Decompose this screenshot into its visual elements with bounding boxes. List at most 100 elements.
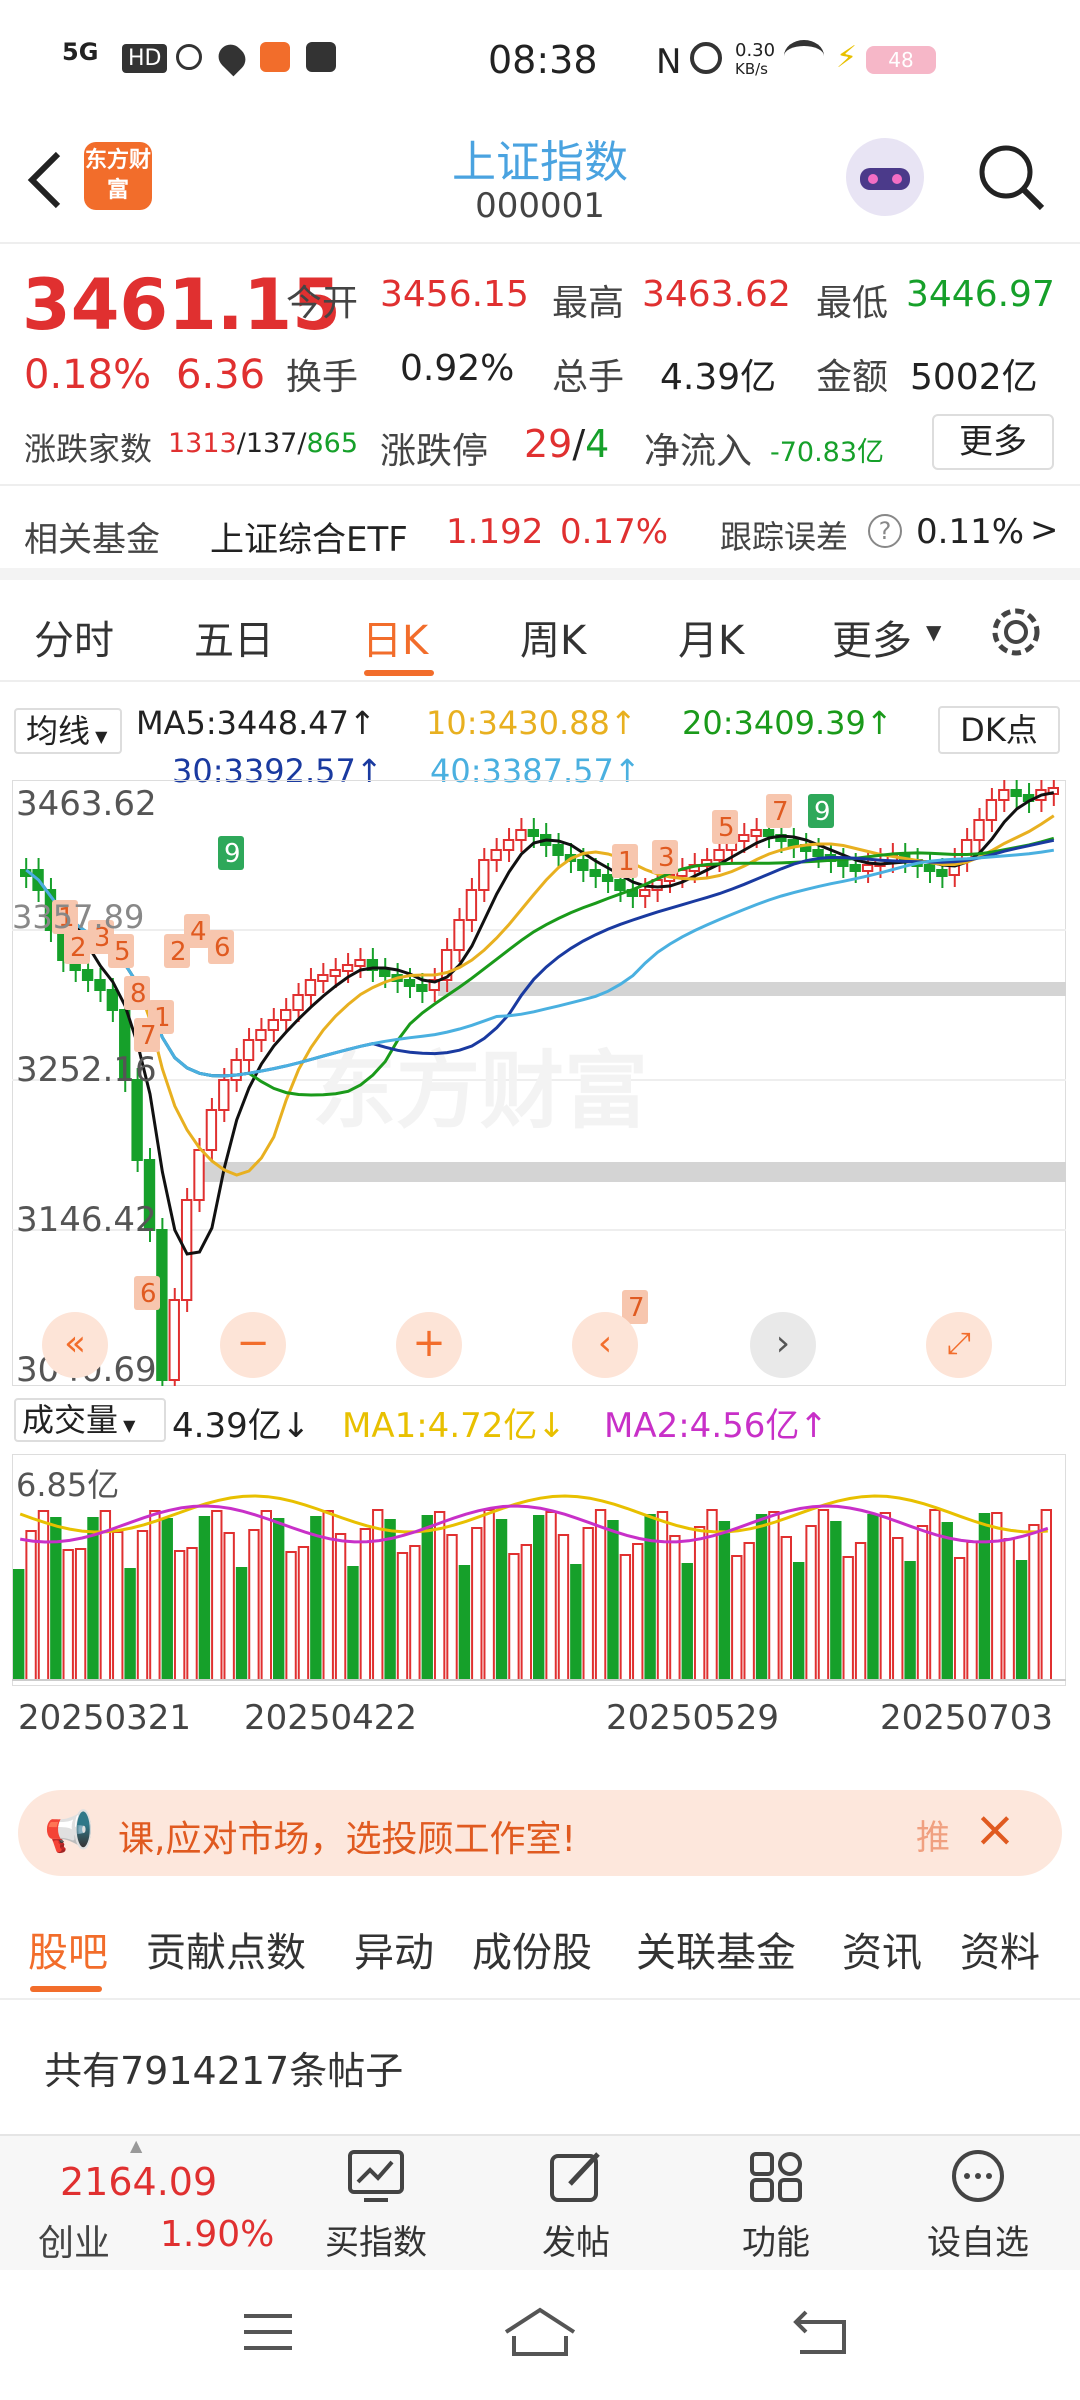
buy-index-button[interactable]: 买指数 xyxy=(306,2148,446,2264)
turnover-value: 0.92% xyxy=(400,348,515,389)
volume-bar xyxy=(817,1509,830,1681)
expand-icon[interactable]: ⤢ xyxy=(926,1312,992,1378)
functions-button[interactable]: 功能 xyxy=(706,2148,846,2264)
volume-ma1: MA1:4.72亿↓ xyxy=(342,1406,566,1446)
header: 东方财富 上证指数 000001 xyxy=(0,120,1080,244)
support-band xyxy=(204,1162,1066,1182)
ticker-pct[interactable]: 1.90% xyxy=(160,2214,274,2255)
volume-bar xyxy=(681,1563,693,1681)
change-value: 6.36 xyxy=(176,352,266,398)
volume-bar xyxy=(359,1528,372,1681)
candle xyxy=(998,789,1010,801)
next-button[interactable]: › xyxy=(750,1312,816,1378)
candle xyxy=(403,979,416,987)
more-button[interactable]: 更多 xyxy=(932,414,1054,470)
volume-bar xyxy=(1040,1509,1052,1681)
tab-guba[interactable]: 股吧 xyxy=(28,1920,108,1978)
prev-button[interactable]: ‹ xyxy=(572,1312,638,1378)
candle xyxy=(465,889,478,921)
logo[interactable]: 东方财富 xyxy=(84,142,152,210)
td-marker-label: 9 xyxy=(814,797,831,827)
fund-name: 上证综合ETF xyxy=(210,520,408,560)
ma-selector-label: 均线 xyxy=(26,712,91,750)
tab-weekly-k[interactable]: 周K xyxy=(520,608,586,666)
td-marker-label: 5 xyxy=(718,813,735,843)
tab-related-funds[interactable]: 关联基金 xyxy=(636,1920,796,1978)
breadth-label: 涨跌家数 xyxy=(24,430,153,468)
tab-monthly-k[interactable]: 月K xyxy=(678,608,744,666)
tab-more[interactable]: 更多 xyxy=(832,608,912,666)
wifi-icon xyxy=(784,40,824,72)
volume-bar xyxy=(483,1509,495,1681)
ma-selector[interactable]: 均线 ▼ xyxy=(14,708,122,754)
fast-back-button[interactable]: « xyxy=(42,1312,108,1378)
zoom-in-button[interactable]: + xyxy=(396,1312,462,1378)
home-icon[interactable] xyxy=(502,2306,578,2358)
candle xyxy=(923,864,936,872)
volume-bar xyxy=(557,1534,570,1681)
period-tabs: 分时 五日 日K 周K 月K 更多 ▼ xyxy=(0,586,1080,682)
back-nav-icon[interactable] xyxy=(790,2306,850,2356)
volume-bar xyxy=(842,1556,854,1681)
candle xyxy=(453,919,465,951)
tab-news[interactable]: 资讯 xyxy=(842,1920,922,1978)
zoom-out-button[interactable]: − xyxy=(220,1312,286,1378)
candle xyxy=(304,979,317,996)
tab-constituents[interactable]: 成份股 xyxy=(472,1920,592,1978)
clock: 08:38 xyxy=(488,38,598,82)
search-icon[interactable] xyxy=(976,142,1046,212)
volume-bar xyxy=(235,1567,248,1681)
volume-bar xyxy=(198,1516,211,1681)
volume-bar xyxy=(570,1564,582,1681)
grid-icon xyxy=(750,2152,802,2202)
tab-minute[interactable]: 分时 xyxy=(34,608,114,666)
add-watchlist-button[interactable]: 设自选 xyxy=(908,2148,1048,2264)
tab-movement[interactable]: 异动 xyxy=(354,1920,434,1978)
tab-five-day[interactable]: 五日 xyxy=(194,608,274,666)
y-label-mid: 3252.16 xyxy=(16,1050,157,1090)
post-button[interactable]: 发帖 xyxy=(506,2148,646,2264)
ticker-value[interactable]: 2164.09 xyxy=(60,2160,217,2204)
close-icon[interactable]: × xyxy=(974,1800,1016,1858)
y-label-top: 3463.62 xyxy=(16,784,157,824)
volume-bar xyxy=(421,1515,433,1681)
volume-selector[interactable]: 成交量 ▼ xyxy=(14,1398,166,1442)
status-bar: 5G HD 08:38 N 0.30 KB/s ⚡ 48 xyxy=(0,0,1080,120)
volume-bar xyxy=(458,1565,471,1681)
volume-bar xyxy=(409,1545,421,1681)
megaphone-icon: 📢 xyxy=(44,1809,94,1855)
volume-bar xyxy=(384,1519,396,1681)
related-fund-row[interactable]: 相关基金 上证综合ETF 1.192 0.17% 跟踪误差 ? 0.11% > xyxy=(0,484,1080,580)
candle xyxy=(589,869,601,877)
tab-contribution[interactable]: 贡献点数 xyxy=(146,1920,306,1978)
candle xyxy=(168,1299,180,1381)
help-icon[interactable]: ? xyxy=(868,514,902,548)
dk-point-button[interactable]: DK点 xyxy=(938,706,1060,754)
volume-bar xyxy=(755,1514,768,1681)
volume-bar xyxy=(941,1522,953,1681)
candle xyxy=(812,849,824,857)
volume-bar xyxy=(669,1535,681,1681)
dropdown-icon: ▼ xyxy=(926,620,942,644)
inflow-label: 净流入 xyxy=(644,431,753,472)
td-marker-label: 6 xyxy=(140,1279,157,1309)
x-label: 20250321 xyxy=(18,1698,192,1738)
promo-tag: 推 xyxy=(916,1818,950,1858)
candle xyxy=(849,864,861,872)
candle xyxy=(379,969,391,977)
candlestick-chart[interactable]: 东方财富 12 3 51246879 1 357 976 xyxy=(12,780,1066,1386)
tab-daily-k[interactable]: 日K xyxy=(362,608,428,666)
back-icon[interactable] xyxy=(24,148,64,212)
volume-bar xyxy=(372,1509,384,1681)
tab-profile[interactable]: 资料 xyxy=(960,1920,1040,1978)
nfc-icon: N xyxy=(656,42,682,82)
menu-icon[interactable] xyxy=(240,2310,296,2354)
candle xyxy=(639,889,651,897)
ticker-name[interactable]: 创业 xyxy=(38,2214,110,2266)
robot-assistant-icon[interactable] xyxy=(846,138,924,216)
promo-banner[interactable]: 📢 课,应对市场，选投顾工作室! 推 × xyxy=(18,1790,1062,1876)
settings-icon[interactable] xyxy=(988,604,1044,660)
candle xyxy=(131,1079,143,1161)
volume-chart[interactable] xyxy=(12,1454,1066,1686)
chevron-right-icon: > xyxy=(1030,510,1059,550)
